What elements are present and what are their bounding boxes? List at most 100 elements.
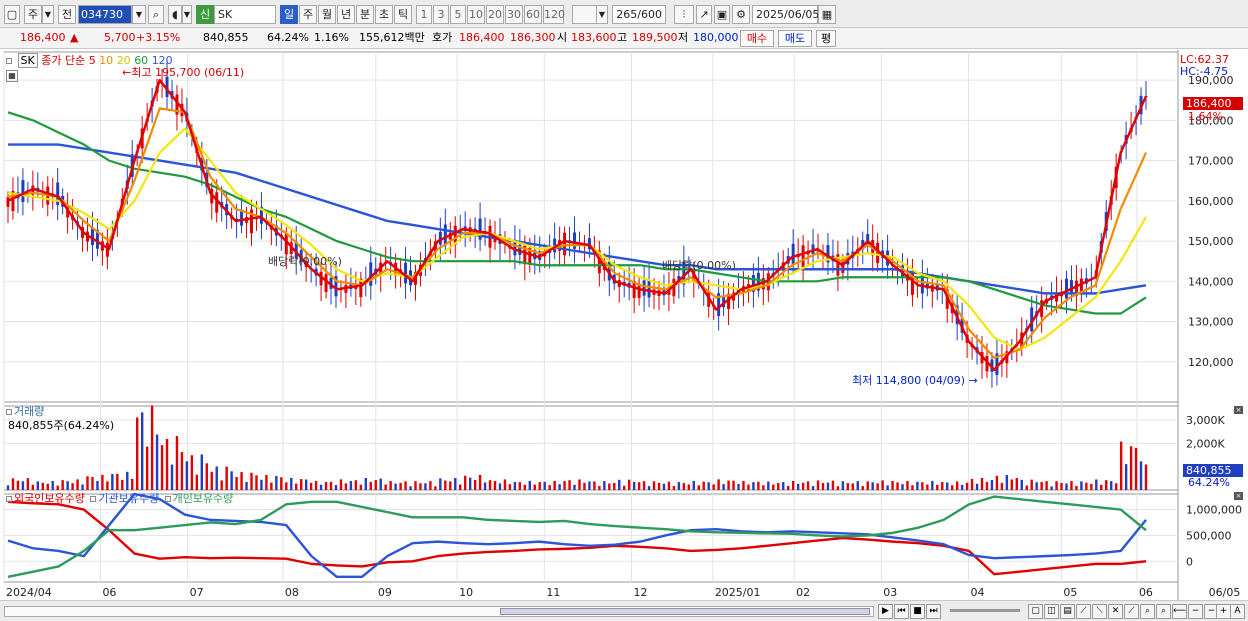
count-display[interactable]: 265/600: [612, 5, 666, 24]
volume-bar: [16, 480, 20, 490]
sell-button[interactable]: 매도: [778, 30, 812, 47]
volume-bar: [821, 482, 825, 490]
ma-line-60: [7, 111, 1147, 315]
volume-bar: [354, 480, 358, 490]
scroll-right-icon[interactable]: ▶: [878, 604, 893, 619]
volume-bar: [901, 484, 904, 490]
volume-bar: [81, 484, 84, 490]
tool7-icon[interactable]: ⟵: [1172, 604, 1187, 619]
tab-1[interactable]: 주: [299, 5, 317, 24]
x-tick-label: 06: [1139, 586, 1153, 599]
holding-close-icon[interactable]: ×: [1234, 492, 1243, 500]
volume-bar: [454, 478, 457, 490]
panel-frame-2: [3, 493, 1179, 583]
scroll-thumb[interactable]: [500, 608, 870, 615]
interval-60[interactable]: 60: [524, 5, 542, 24]
search-icon[interactable]: ⌕: [148, 5, 164, 24]
tool5-icon[interactable]: ⌕: [1140, 604, 1155, 619]
chart-scrollbar[interactable]: [4, 606, 874, 617]
gear-icon[interactable]: ⚙: [732, 5, 750, 24]
volume-bar: [1005, 475, 1009, 490]
prev-button[interactable]: 전: [58, 5, 76, 24]
calendar-icon[interactable]: ▦: [818, 5, 836, 24]
tool6-icon[interactable]: ⌕: [1156, 604, 1171, 619]
speaker-dropdown-icon[interactable]: ▼: [182, 5, 192, 24]
layout2-icon[interactable]: ◫: [1044, 604, 1059, 619]
tool1-icon[interactable]: ⟋: [1076, 604, 1091, 619]
interval-dropdown-icon[interactable]: ▼: [596, 5, 608, 24]
volume-bar: [155, 434, 159, 490]
volume-bar: [150, 405, 154, 490]
layout1-icon[interactable]: ▢: [1028, 604, 1043, 619]
period-dropdown-icon[interactable]: ▼: [42, 5, 54, 24]
window-menu-icon[interactable]: ▢: [4, 5, 20, 24]
tab-3[interactable]: 년: [337, 5, 355, 24]
interval-10[interactable]: 10: [467, 5, 485, 24]
volume-bar: [1065, 483, 1068, 490]
volume-bar: [876, 483, 879, 490]
chart-type-icon[interactable]: ⫶: [674, 5, 694, 24]
candle-body: [642, 280, 646, 296]
period-select[interactable]: 주: [24, 5, 42, 24]
stock-name-input[interactable]: SK: [214, 5, 276, 24]
tool4-icon[interactable]: ⟋: [1124, 604, 1139, 619]
rewind-icon[interactable]: ⏮: [894, 604, 909, 619]
zoom-slider[interactable]: [950, 609, 1020, 612]
line-tool-icon[interactable]: ↗: [696, 5, 712, 24]
stock-code-input[interactable]: 034730: [78, 5, 132, 24]
x-tick-label: 09: [378, 586, 392, 599]
volume-bar: [926, 484, 929, 490]
tab-0[interactable]: 일: [280, 5, 298, 24]
speaker-icon[interactable]: ◖: [168, 5, 182, 24]
interval-3[interactable]: 3: [433, 5, 449, 24]
font-size-icon[interactable]: A: [1230, 604, 1245, 619]
layout3-icon[interactable]: ▤: [1060, 604, 1075, 619]
volume-bar: [1075, 485, 1078, 490]
stock-code-text: 034730: [81, 8, 123, 21]
interval-120[interactable]: 120: [543, 5, 565, 24]
volume-bar: [568, 480, 571, 490]
tab-2[interactable]: 월: [318, 5, 336, 24]
volume-bar: [931, 480, 934, 490]
tab-5[interactable]: 초: [375, 5, 393, 24]
volume-bar: [598, 485, 601, 490]
tab-6[interactable]: 틱: [394, 5, 412, 24]
stock-name-text: SK: [218, 8, 233, 21]
count-text: 265/600: [616, 8, 662, 21]
table-icon[interactable]: ▦: [6, 70, 18, 82]
volume-bar: [290, 477, 293, 490]
eval-button[interactable]: 평: [816, 30, 836, 47]
volume-bar: [473, 479, 477, 490]
buy-button[interactable]: 매수: [740, 30, 774, 47]
code-dropdown-icon[interactable]: ▼: [132, 5, 146, 24]
chart-svg[interactable]: 190,000180,000170,000160,000150,000140,0…: [0, 50, 1248, 600]
interval-20[interactable]: 20: [486, 5, 504, 24]
volume-bar: [111, 473, 114, 490]
change-value: 5,700: [104, 31, 136, 44]
volume-bar: [896, 482, 899, 490]
volume-bar: [165, 438, 169, 490]
volume-close-icon[interactable]: ×: [1234, 406, 1243, 414]
save-icon[interactable]: ▣: [714, 5, 730, 24]
interval-5[interactable]: 5: [450, 5, 466, 24]
stop-icon[interactable]: ■: [910, 604, 925, 619]
interval-1[interactable]: 1: [416, 5, 432, 24]
volume-bar: [906, 480, 909, 490]
volume-bar: [623, 485, 626, 490]
date-input[interactable]: 2025/06/05: [752, 5, 819, 24]
volume-bar: [543, 481, 546, 490]
vol-ratio: 64.24%: [267, 31, 309, 44]
volume-bar: [921, 482, 924, 490]
volume-bar: [1085, 482, 1088, 490]
tool3-icon[interactable]: ✕: [1108, 604, 1123, 619]
volume-bar: [220, 480, 223, 490]
zoom-out-icon[interactable]: −: [1188, 604, 1203, 619]
volume-bar: [573, 484, 576, 490]
volume-bar: [732, 480, 735, 490]
plus-icon[interactable]: +: [1216, 604, 1231, 619]
forward-icon[interactable]: ⏭: [926, 604, 941, 619]
interval-30[interactable]: 30: [505, 5, 523, 24]
tab-4[interactable]: 분: [356, 5, 374, 24]
tool2-icon[interactable]: ⟍: [1092, 604, 1107, 619]
volume-bar: [548, 485, 551, 490]
